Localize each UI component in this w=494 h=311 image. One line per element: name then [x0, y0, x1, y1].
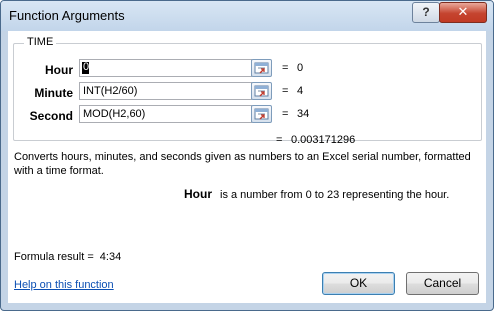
second-equals: = — [282, 108, 289, 120]
minute-equals: = — [282, 85, 289, 97]
text-selection: 0 — [82, 61, 90, 74]
dialog-title: Function Arguments — [9, 8, 125, 23]
minute-input[interactable] — [80, 83, 250, 99]
argument-help: Hour is a number from 0 to 23 representin… — [184, 187, 449, 201]
function-name: TIME — [24, 36, 57, 48]
collapse-dialog-icon — [254, 85, 269, 97]
second-input[interactable] — [80, 106, 250, 122]
arguments-group: TIME Hour 0 = 0 Minute INT(H2/60) = 4 Se… — [13, 36, 482, 141]
formula-result-value: 4:34 — [99, 251, 122, 263]
argument-help-text: is a number from 0 to 23 representing th… — [220, 189, 450, 201]
collapse-dialog-icon — [254, 108, 269, 120]
dialog-body: TIME Hour 0 = 0 Minute INT(H2/60) = 4 Se… — [8, 31, 486, 303]
second-collapse-button[interactable] — [251, 105, 272, 123]
formula-result-label: Formula result = — [14, 251, 94, 263]
cancel-button[interactable]: Cancel — [406, 272, 479, 295]
hour-field-box: 0 — [79, 59, 252, 77]
hour-input[interactable] — [80, 60, 250, 76]
help-button[interactable]: ? — [412, 2, 440, 23]
hour-equals: = — [282, 62, 289, 74]
second-result: 34 — [297, 108, 310, 120]
close-button[interactable]: ✕ — [439, 2, 487, 23]
minute-result: 4 — [297, 85, 304, 97]
hour-result: 0 — [297, 62, 304, 74]
function-result: 0.003171296 — [291, 134, 356, 146]
second-field-box — [79, 105, 252, 123]
minute-field-box — [79, 82, 252, 100]
function-description: Converts hours, minutes, and seconds giv… — [14, 151, 471, 177]
hour-value-text: 0 — [83, 61, 90, 73]
minute-collapse-button[interactable] — [251, 82, 272, 100]
formula-result: Formula result = 4:34 — [14, 251, 121, 263]
collapse-dialog-icon — [254, 62, 269, 74]
ok-button[interactable]: OK — [322, 272, 395, 295]
minute-label: Minute — [34, 86, 73, 100]
title-bar: Function Arguments ? ✕ — [1, 1, 493, 31]
function-arguments-dialog: Function Arguments ? ✕ TIME Hour 0 = 0 M… — [0, 0, 494, 311]
help-on-function-link[interactable]: Help on this function — [14, 279, 114, 291]
hour-collapse-button[interactable] — [251, 59, 272, 77]
second-label: Second — [29, 109, 73, 123]
hour-label: Hour — [45, 63, 73, 77]
argument-help-name: Hour — [184, 187, 212, 201]
function-result-equals: = — [276, 134, 283, 146]
